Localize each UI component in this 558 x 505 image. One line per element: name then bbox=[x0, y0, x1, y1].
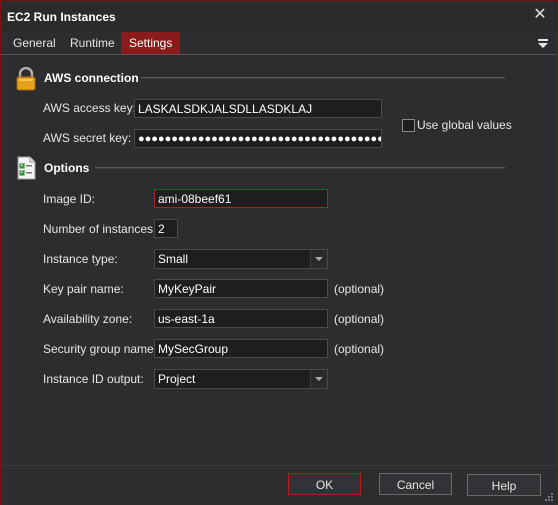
access-key-input[interactable]: LASKALSDKJALSDLLASDKLAJ bbox=[134, 99, 382, 118]
title-bar[interactable]: EC2 Run Instances ✕ bbox=[1, 1, 557, 32]
instance-id-output-value: Project bbox=[158, 372, 196, 386]
instance-id-output-label: Instance ID output: bbox=[43, 372, 144, 386]
tab-settings[interactable]: Settings bbox=[121, 32, 181, 54]
window-title: EC2 Run Instances bbox=[7, 10, 116, 24]
tab-strip: General Runtime Settings bbox=[1, 32, 557, 55]
key-pair-label: Key pair name: bbox=[43, 282, 124, 296]
resize-grip-icon[interactable] bbox=[544, 492, 554, 502]
chevron-down-icon[interactable] bbox=[310, 250, 327, 268]
aws-connection-heading: AWS connection bbox=[44, 71, 139, 85]
use-global-values-label[interactable]: Use global values bbox=[417, 118, 512, 132]
image-id-label: Image ID: bbox=[43, 192, 96, 206]
checklist-icon bbox=[17, 156, 36, 180]
section-divider bbox=[141, 77, 505, 79]
cancel-button[interactable]: Cancel bbox=[379, 473, 452, 495]
instance-type-label: Instance type: bbox=[43, 252, 118, 266]
settings-panel: AWS connection AWS access key: LASKALSDK… bbox=[3, 55, 555, 465]
availability-zone-label: Availability zone: bbox=[43, 312, 133, 326]
close-button[interactable]: ✕ bbox=[531, 6, 549, 24]
chevron-down-icon[interactable] bbox=[310, 370, 327, 388]
number-of-instances-label: Number of instances: bbox=[43, 222, 157, 236]
security-group-input[interactable]: MySecGroup bbox=[154, 339, 328, 358]
tab-menu-button[interactable] bbox=[537, 36, 549, 50]
number-of-instances-input[interactable]: 2 bbox=[154, 219, 178, 238]
ok-button[interactable]: OK bbox=[288, 473, 361, 495]
close-icon: ✕ bbox=[533, 6, 547, 23]
key-pair-input[interactable]: MyKeyPair bbox=[154, 279, 328, 298]
secret-key-input[interactable]: ●●●●●●●●●●●●●●●●●●●●●●●●●●●●●●●●●●●●●●●●… bbox=[134, 129, 382, 148]
instance-type-select[interactable]: Small bbox=[154, 249, 328, 269]
options-heading: Options bbox=[44, 161, 90, 175]
image-id-input[interactable]: ami-08beef61 bbox=[154, 189, 328, 208]
secret-key-label: AWS secret key: bbox=[43, 131, 132, 145]
tab-general[interactable]: General bbox=[7, 32, 62, 54]
use-global-values-checkbox[interactable] bbox=[402, 119, 415, 132]
security-group-label: Security group name: bbox=[43, 342, 158, 356]
dialog-footer: OK Cancel Help bbox=[1, 465, 557, 505]
security-group-optional-note: (optional) bbox=[334, 342, 385, 356]
help-button[interactable]: Help bbox=[467, 474, 541, 496]
availability-zone-optional-note: (optional) bbox=[334, 312, 385, 326]
availability-zone-input[interactable]: us-east-1a bbox=[154, 309, 328, 328]
dialog-window: EC2 Run Instances ✕ General Runtime Sett… bbox=[0, 0, 558, 505]
tab-runtime[interactable]: Runtime bbox=[64, 32, 121, 54]
lock-icon bbox=[16, 67, 36, 91]
instance-id-output-select[interactable]: Project bbox=[154, 369, 328, 389]
key-pair-optional-note: (optional) bbox=[334, 282, 385, 296]
section-divider bbox=[95, 167, 505, 169]
access-key-label: AWS access key: bbox=[43, 101, 136, 115]
instance-type-value: Small bbox=[158, 252, 189, 266]
